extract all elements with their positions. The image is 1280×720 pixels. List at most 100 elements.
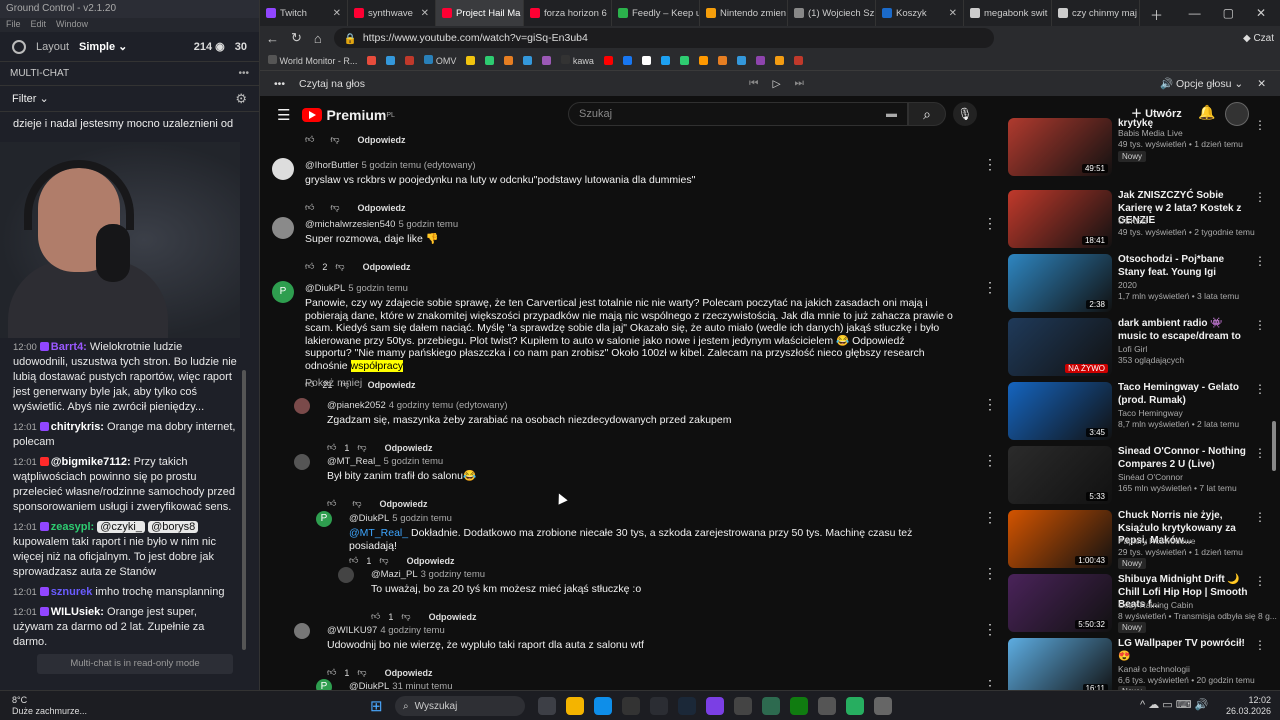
more-actions-icon[interactable]: ⋮ [983,156,997,173]
author-name[interactable]: @Mazi_PL [371,569,418,580]
app-icon[interactable] [734,697,752,715]
close-icon[interactable]: ✕ [949,8,957,19]
channel-name[interactable]: OSKEE [1118,216,1147,226]
dislike-icon[interactable]: 👎︎ [379,555,388,566]
page-scrollbar[interactable] [1272,421,1276,471]
video-thumbnail[interactable]: 5:50:32 [1008,574,1112,632]
author-name[interactable]: @pianek2052 [327,400,386,411]
browser-tab[interactable]: Koszyk ✕ [876,0,964,26]
avatar[interactable]: P [272,281,294,303]
app-icon[interactable] [874,697,892,715]
video-title[interactable]: LG Wallpaper TV powrócił! 😍 [1118,638,1248,663]
more-actions-icon[interactable]: ⋮ [1254,510,1266,524]
new-tab-icon[interactable]: ＋ [1140,0,1173,26]
menu-window[interactable]: Window [56,19,88,31]
author-name[interactable]: @DiukPL [349,513,389,524]
video-thumbnail[interactable]: 49:51 [1008,118,1112,176]
video-thumbnail[interactable]: 2:38 [1008,254,1112,312]
app-icon[interactable] [622,697,640,715]
chat-username[interactable]: sznurek [51,586,93,598]
comment-author[interactable]: @DiukPL 5 godzin temu [305,283,408,294]
video-title[interactable]: Otsochodzi - Poj*bane Stany feat. Young … [1118,254,1248,279]
browser-tab[interactable]: megabonk swit✕ [964,0,1052,26]
more-actions-icon[interactable]: ⋮ [983,396,997,413]
more-actions-icon[interactable]: ⋮ [983,677,997,690]
video-card[interactable]: 16:11 LG Wallpaper TV powrócił! 😍 Kanał o … [1008,638,1268,690]
explorer-icon[interactable] [566,697,584,715]
xbox-icon[interactable] [790,697,808,715]
channel-name[interactable]: Sinéad O'Connor [1118,472,1183,482]
browser-tab[interactable]: czy chinmy maj✕ [1052,0,1140,26]
video-card[interactable]: 18:41 Jak ZNISZCZYĆ Sobie Karierę w 2 lat… [1008,190,1268,248]
chat-username[interactable]: @bigmike7112: [51,456,131,468]
comment-author[interactable]: @pianek2052 4 godziny temu (edytowany) [327,400,508,411]
gear-icon[interactable]: ⚙ [235,91,247,107]
chat-username[interactable]: chitrykris: [51,421,104,433]
youtube-logo-text[interactable]: Premium [326,107,386,123]
app-icon[interactable] [706,697,724,715]
video-thumbnail[interactable]: NA ŻYWO [1008,318,1112,376]
reload-icon[interactable]: ↻ [291,30,302,46]
next-icon[interactable]: ⏭ [795,77,804,90]
channel-name[interactable]: Papiery Rozwodowe [1118,536,1195,546]
more-actions-icon[interactable]: ⋮ [983,452,997,469]
comment-time[interactable]: 4 godziny temu (edytowany) [389,400,508,411]
reply-button[interactable]: Odpowiedz [358,203,406,213]
more-actions-icon[interactable]: ⋮ [983,565,997,582]
close-icon[interactable]: ✕ [333,8,341,19]
home-icon[interactable]: ⌂ [314,31,322,46]
video-thumbnail[interactable]: 18:41 [1008,190,1112,248]
more-actions-icon[interactable]: ⋮ [1254,118,1266,132]
app-icon[interactable] [762,697,780,715]
voice-options-button[interactable]: 🔊 Opcje głosu ⌄ [1160,77,1243,90]
avatar[interactable] [272,217,294,239]
video-card[interactable]: 2:38 Otsochodzi - Poj*bane Stany feat. Yo… [1008,254,1268,312]
reply-button[interactable]: Odpowiedz [385,443,433,453]
comment-time[interactable]: 5 godzin temu [392,513,452,524]
like-icon[interactable]: 👍︎ [349,555,358,566]
more-actions-icon[interactable]: ⋮ [1254,574,1266,588]
comment-author[interactable]: @DiukPL 5 godzin temu [349,513,452,524]
video-thumbnail[interactable]: 3:45 [1008,382,1112,440]
comment-time[interactable]: 5 godzin temu (edytowany) [361,160,475,171]
comment-author[interactable]: @DiukPL 31 minut temu [349,681,452,690]
app-icon[interactable] [650,697,668,715]
more-actions-icon[interactable]: ⋮ [1254,318,1266,332]
browser-tab[interactable]: forza horizon 6✕ [524,0,612,26]
comment-time[interactable]: 5 godzin temu [383,456,443,467]
video-title[interactable]: Taco Hemingway - Gelato (prod. Rumak) [1118,382,1248,407]
reply-button[interactable]: Odpowiedz [358,135,406,145]
bookmark-monitor[interactable]: World Monitor - R... [268,54,357,66]
menu-edit[interactable]: Edit [31,19,47,31]
author-name[interactable]: @WILKU97 [327,625,377,636]
dislike-icon[interactable]: 👎︎ [352,498,361,509]
comment-time[interactable]: 3 godziny temu [421,569,485,580]
like-icon[interactable]: 👍︎ [371,611,380,622]
more-actions-icon[interactable]: ⋮ [983,621,997,638]
maximize-icon[interactable]: ▢ [1223,6,1234,20]
edge-icon[interactable] [594,697,612,715]
like-icon[interactable]: 👍︎ [305,261,314,272]
steam-icon[interactable] [678,697,696,715]
app-icon[interactable] [818,697,836,715]
comment-time[interactable]: 5 godzin temu [348,283,408,294]
task-view-icon[interactable] [538,697,556,715]
start-icon[interactable]: ⊞ [370,697,383,715]
chat-username[interactable]: WILUsiek: [51,606,104,618]
comment-mention[interactable]: @MT_Real_ [349,527,408,539]
avatar[interactable]: P [316,679,332,690]
more-actions-icon[interactable]: ⋮ [983,279,997,296]
channel-name[interactable]: Lofi Girl [1118,344,1147,354]
dislike-icon[interactable]: 👎︎ [357,442,366,453]
comment-author[interactable]: @MT_Real_ 5 godzin temu [327,456,443,467]
dislike-icon[interactable]: 👎︎ [401,611,410,622]
browser-tab[interactable]: synthwave ✕ [348,0,436,26]
close-window-icon[interactable]: ✕ [1256,6,1266,20]
avatar[interactable]: P [316,511,332,527]
channel-name[interactable]: Kanał o technologii [1118,664,1190,674]
avatar[interactable] [294,623,310,639]
video-card[interactable]: 5:33 Sinead O'Connor - Nothing Compares 2… [1008,446,1268,504]
more-actions-icon[interactable]: ⋮ [1254,382,1266,396]
search-button[interactable]: ⌕ [908,102,946,126]
author-name[interactable]: @IhorButtler [305,160,358,171]
